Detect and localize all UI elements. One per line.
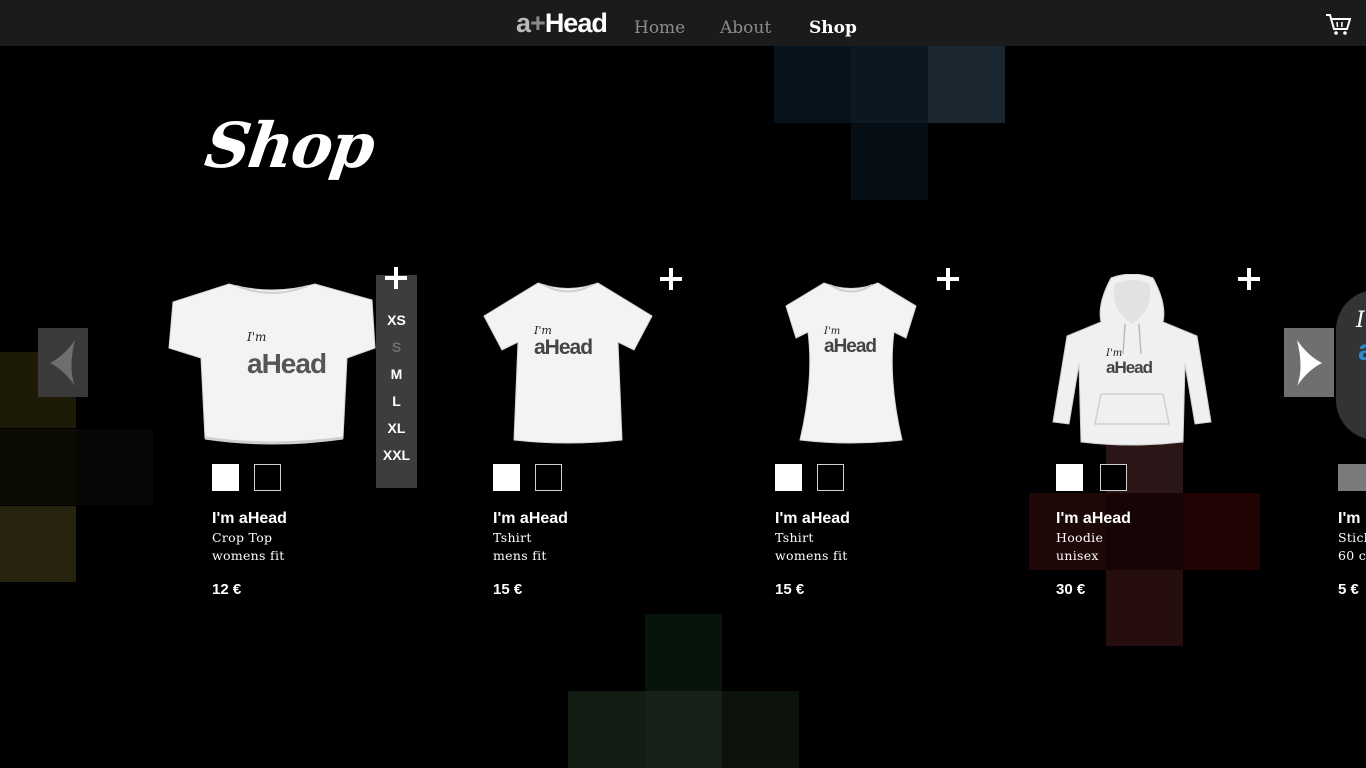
- shirt-print-brand: aHead: [824, 336, 877, 357]
- product-name: I'm aHead: [212, 510, 287, 527]
- product-price: 15 €: [775, 581, 805, 598]
- size-option-xxl[interactable]: XXL: [376, 447, 417, 463]
- nav-home[interactable]: Home: [634, 17, 685, 39]
- product-price: 5 €: [1338, 581, 1359, 598]
- product-name: I'm aHead: [775, 510, 850, 527]
- size-option-s: S: [391, 339, 402, 355]
- product-fit: unisex: [1056, 548, 1099, 563]
- size-option-xl[interactable]: XL: [376, 420, 417, 436]
- product-price: 15 €: [493, 581, 523, 598]
- product-type: Crop Top: [212, 530, 273, 545]
- top-navigation-bar: a+Head Home About Shop: [0, 0, 1366, 46]
- color-swatch-gray[interactable]: [1338, 464, 1366, 491]
- product-price: 30 €: [1056, 581, 1086, 598]
- sticker-letter-accent: a: [1358, 334, 1366, 368]
- color-swatch-black[interactable]: [254, 464, 281, 491]
- product-type: Tshirt: [493, 530, 532, 545]
- product-price: 12 €: [212, 581, 242, 598]
- size-option-m[interactable]: M: [376, 366, 417, 382]
- next-button[interactable]: [1284, 328, 1334, 397]
- color-swatch-black[interactable]: [817, 464, 844, 491]
- shirt-print-brand: aHead: [1106, 358, 1153, 377]
- plus-icon[interactable]: [937, 268, 959, 290]
- product-image[interactable]: [482, 280, 654, 448]
- brand-logo[interactable]: a+Head: [516, 8, 608, 38]
- prev-button[interactable]: [38, 328, 88, 397]
- product-name: I'm aHead: [493, 510, 568, 527]
- shirt-print-brand: aHead: [534, 336, 593, 359]
- product-fit: womens fit: [212, 548, 285, 563]
- color-swatch-black[interactable]: [1100, 464, 1127, 491]
- product-fit: womens fit: [775, 548, 848, 563]
- product-type: Stick: [1338, 530, 1366, 545]
- nav-shop[interactable]: Shop: [809, 17, 857, 39]
- product-type: Tshirt: [775, 530, 814, 545]
- sticker-letter: I: [1356, 308, 1365, 333]
- chevron-right-icon: [1297, 340, 1322, 386]
- size-option-xs[interactable]: XS: [376, 312, 417, 328]
- color-swatch-white[interactable]: [1056, 464, 1083, 491]
- product-card[interactable]: I'm aHead I'm aHead Tshirt mens fit 15 €: [448, 268, 698, 608]
- plus-icon[interactable]: [1238, 268, 1260, 290]
- color-swatch-white[interactable]: [493, 464, 520, 491]
- chevron-left-icon: [50, 340, 75, 386]
- product-card[interactable]: I'm aHead I'm aHead Tshirt womens fit 15…: [730, 268, 980, 608]
- size-option-l[interactable]: L: [376, 393, 417, 409]
- product-fit: mens fit: [493, 548, 547, 563]
- product-card[interactable]: I'm aHead I'm aHead Hoodie unisex 30 €: [1011, 268, 1261, 608]
- product-fit: 60 c: [1338, 548, 1366, 563]
- page-title: Shop: [200, 109, 378, 182]
- nav-about[interactable]: About: [720, 17, 771, 39]
- product-type: Hoodie: [1056, 530, 1104, 545]
- color-swatch-white[interactable]: [775, 464, 802, 491]
- size-selector: XS S M L XL XXL: [376, 267, 417, 488]
- shirt-print-im: I'm: [247, 330, 267, 344]
- plus-icon[interactable]: [385, 267, 407, 289]
- product-name: I'm: [1338, 510, 1361, 527]
- product-card-partial[interactable]: I'm Stick 60 c 5 €: [1338, 510, 1366, 610]
- color-swatch-white[interactable]: [212, 464, 239, 491]
- product-image[interactable]: I a: [1336, 290, 1366, 440]
- plus-icon[interactable]: [660, 268, 682, 290]
- product-name: I'm aHead: [1056, 510, 1131, 527]
- cart-icon[interactable]: [1325, 12, 1352, 36]
- color-swatch-black[interactable]: [535, 464, 562, 491]
- product-image[interactable]: [784, 280, 918, 448]
- shirt-print-brand: aHead: [247, 348, 327, 379]
